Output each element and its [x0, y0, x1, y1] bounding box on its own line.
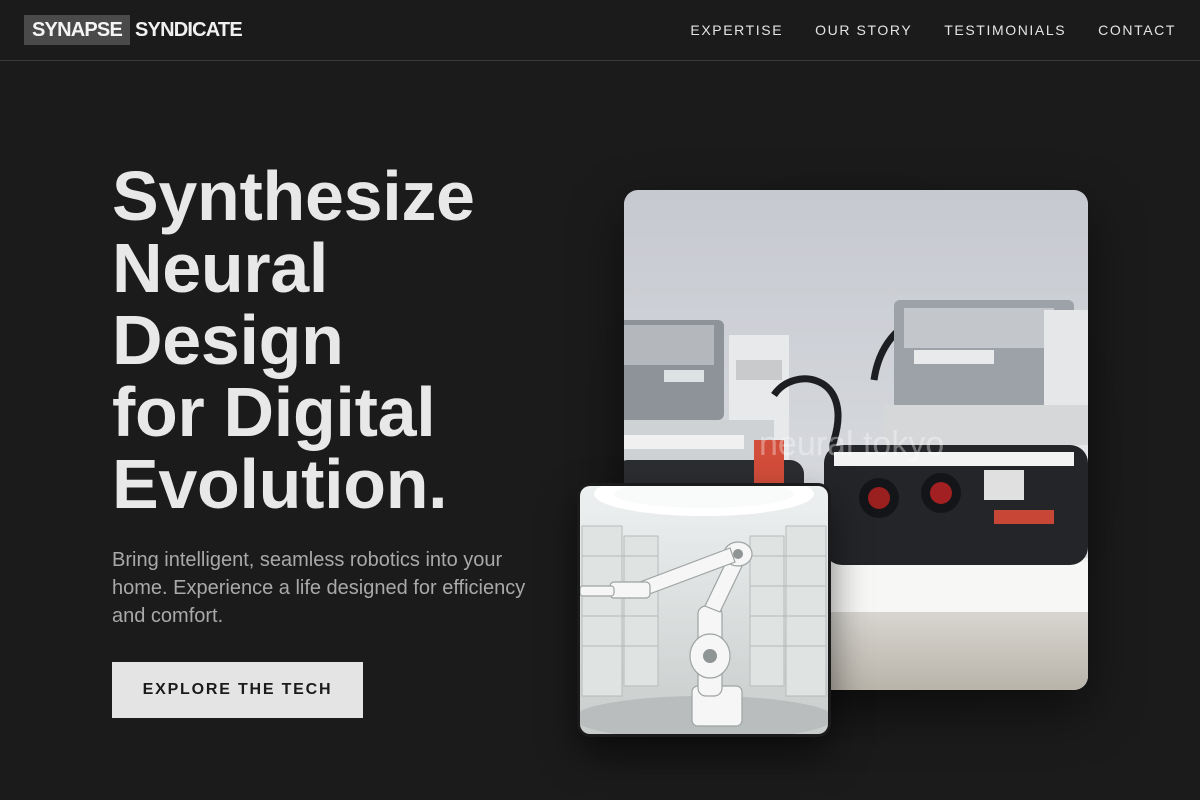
nav-link-testimonials[interactable]: TESTIMONIALS: [944, 22, 1066, 38]
nav-link-expertise[interactable]: EXPERTISE: [690, 22, 783, 38]
nav-link-contact[interactable]: CONTACT: [1098, 22, 1176, 38]
nav-link-our-story[interactable]: OUR STORY: [815, 22, 912, 38]
hero-title-line: Design: [112, 301, 344, 379]
site-header: SYNAPSE SYNDICATE EXPERTISE OUR STORY TE…: [0, 0, 1200, 61]
logo-primary: SYNAPSE: [24, 15, 130, 45]
explore-tech-button[interactable]: EXPLORE THE TECH: [112, 662, 363, 718]
hero-title-line: Synthesize: [112, 157, 475, 235]
hero-subtitle: Bring intelligent, seamless robotics int…: [112, 549, 526, 627]
logo-secondary: SYNDICATE: [135, 19, 243, 41]
hero-title-line: Evolution.: [112, 445, 448, 523]
robot-arm-photo: [580, 486, 828, 734]
image-watermark: neural tokyo: [759, 425, 944, 463]
main-nav: EXPERTISE OUR STORY TESTIMONIALS CONTACT: [690, 22, 1176, 38]
hero-title-line: Neural: [112, 229, 329, 307]
landing-page: SYNAPSE SYNDICATE EXPERTISE OUR STORY TE…: [0, 0, 1200, 800]
hero-title-line: for Digital: [112, 373, 436, 451]
robot-arm-illustration: [580, 486, 828, 734]
hero-title: Synthesize Neural Design for Digital Evo…: [112, 160, 582, 520]
logo[interactable]: SYNAPSE SYNDICATE: [24, 15, 243, 45]
